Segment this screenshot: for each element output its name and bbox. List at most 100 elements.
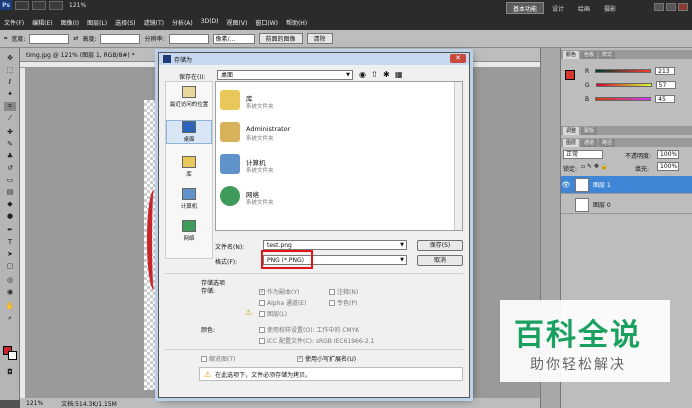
blue-value[interactable]: 45 — [655, 95, 676, 103]
move-tool-icon[interactable]: ✥ — [4, 54, 16, 63]
red-gradient[interactable] — [595, 69, 652, 73]
path-select-tool-icon[interactable]: ➤ — [4, 250, 16, 259]
tab-styles[interactable]: 样式 — [599, 50, 616, 59]
width-input[interactable] — [29, 33, 70, 44]
height-input[interactable] — [100, 33, 141, 44]
icc-profile-checkbox[interactable]: ICC 配置文件(C): sRGB IEC61966-2.1 — [259, 336, 374, 345]
lock-icons[interactable]: ▫ ✎ ✥ 🔒 — [581, 163, 608, 170]
menu-edit[interactable]: 编辑(E) — [32, 18, 52, 27]
new-folder-icon[interactable]: ✱ — [383, 70, 390, 79]
shape-tool-icon[interactable]: ▢ — [4, 262, 16, 271]
file-item-computer[interactable]: 计算机 系统文件夹 — [220, 154, 400, 182]
cancel-button[interactable]: 取消 — [417, 255, 463, 266]
blend-mode-select[interactable]: 正常 — [563, 150, 603, 159]
layers-checkbox[interactable]: 图层(L) — [259, 309, 287, 318]
view-menu-icon[interactable]: ▦ — [395, 70, 403, 79]
tab-masks[interactable]: 蒙版 — [581, 126, 598, 135]
bridge-button[interactable] — [15, 0, 29, 10]
crop-tool-icon[interactable]: ⌗ — [4, 35, 7, 43]
lowercase-extension-checkbox[interactable]: ✓ 使用小写扩展名(U) — [297, 354, 356, 363]
proof-setup-checkbox[interactable]: 使用校样设置(O): 工作中的 CMYK — [259, 325, 359, 334]
stamp-tool-icon[interactable]: ♣ — [4, 152, 16, 161]
workspace-design[interactable]: 设计 — [546, 2, 570, 14]
color-fg-swatch[interactable] — [565, 70, 575, 80]
3d-camera-tool-icon[interactable]: ◉ — [4, 288, 16, 297]
type-tool-icon[interactable]: T — [4, 238, 16, 247]
red-slider[interactable]: R 213 — [585, 66, 685, 76]
blue-slider[interactable]: B 45 — [585, 94, 685, 104]
tab-adjustments[interactable]: 调整 — [563, 126, 580, 135]
visibility-eye-icon[interactable]: 👁 — [561, 181, 571, 189]
workspace-essentials[interactable]: 基本功能 — [506, 2, 545, 14]
tab-color[interactable]: 颜色 — [563, 50, 580, 59]
place-computer[interactable]: 计算机 — [166, 188, 212, 210]
opacity-input[interactable]: 100% — [657, 150, 679, 159]
notes-checkbox[interactable]: 注释(N) — [329, 287, 358, 296]
menu-3d[interactable]: 3D(D) — [201, 18, 219, 27]
tab-layers[interactable]: 图层 — [563, 138, 580, 147]
pen-tool-icon[interactable]: ✒ — [4, 226, 16, 235]
menu-view[interactable]: 视图(V) — [227, 18, 248, 27]
menu-filter[interactable]: 滤镜(T) — [144, 18, 164, 27]
hand-tool-icon[interactable]: ✋ — [4, 302, 16, 311]
file-item-libraries[interactable]: 库 系统文件夹 — [220, 90, 400, 118]
gradient-tool-icon[interactable]: ▤ — [4, 188, 16, 197]
view-extras-button[interactable] — [49, 0, 63, 10]
quick-mask-icon[interactable]: ◘ — [4, 368, 16, 377]
healing-tool-icon[interactable]: ✚ — [4, 128, 16, 137]
history-brush-tool-icon[interactable]: ↺ — [4, 164, 16, 173]
alpha-checkbox[interactable]: Alpha 通道(E) — [259, 298, 306, 307]
marquee-tool-icon[interactable]: ⬚ — [4, 66, 16, 75]
file-item-administrator[interactable]: Administrator 系统文件夹 — [220, 122, 400, 150]
file-list[interactable]: 库 系统文件夹 Administrator 系统文件夹 计算机 系统文件夹 网络… — [215, 81, 463, 231]
workspace-painting[interactable]: 绘画 — [572, 2, 596, 14]
red-value[interactable]: 213 — [655, 67, 676, 75]
green-gradient[interactable] — [595, 83, 652, 87]
save-button[interactable]: 保存(S) — [417, 240, 463, 251]
as-copy-checkbox[interactable]: ✓ 作为副本(Y) — [259, 287, 299, 296]
thumbnail-checkbox[interactable]: 缩览图(T) — [201, 354, 235, 363]
3d-rotate-tool-icon[interactable]: ◎ — [4, 276, 16, 285]
up-folder-icon[interactable]: ⇧ — [371, 70, 378, 79]
tab-paths[interactable]: 路径 — [599, 138, 616, 147]
menu-layer[interactable]: 图层(L) — [87, 18, 107, 27]
blue-gradient[interactable] — [595, 97, 652, 101]
clear-button[interactable]: 清除 — [306, 33, 333, 44]
resolution-input[interactable] — [168, 33, 209, 44]
filename-input[interactable]: test.png ▼ — [263, 240, 407, 250]
zoom-level[interactable]: 121% — [69, 2, 86, 9]
green-slider[interactable]: G 57 — [585, 80, 685, 90]
menu-analysis[interactable]: 分析(A) — [172, 18, 193, 27]
dialog-close-icon[interactable]: ✕ — [450, 54, 466, 63]
status-zoom[interactable]: 121% — [26, 400, 43, 407]
menu-help[interactable]: 帮助(H) — [286, 18, 307, 27]
menu-image[interactable]: 图像(I) — [61, 18, 79, 27]
menu-select[interactable]: 选择(S) — [115, 18, 136, 27]
brush-tool-icon[interactable]: ✎ — [4, 140, 16, 149]
place-libraries[interactable]: 库 — [166, 156, 212, 178]
blur-tool-icon[interactable]: ◆ — [4, 200, 16, 209]
swap-icon[interactable]: ⇄ — [73, 35, 78, 42]
save-in-select[interactable]: 桌面 ▼ — [217, 70, 353, 80]
place-recent[interactable]: 最近访问的位置 — [166, 86, 212, 108]
eyedropper-tool-icon[interactable]: ⁄ — [4, 114, 16, 123]
file-list-scrollbar[interactable] — [454, 82, 462, 230]
minimize-icon[interactable] — [654, 3, 664, 11]
front-image-button[interactable]: 前面的图像 — [258, 33, 303, 44]
green-value[interactable]: 57 — [655, 81, 676, 89]
menu-file[interactable]: 文件(F) — [4, 18, 24, 27]
lasso-tool-icon[interactable]: ℓ — [4, 78, 16, 87]
back-icon[interactable]: ◉ — [359, 70, 366, 79]
menu-window[interactable]: 窗口(W) — [255, 18, 278, 27]
maximize-icon[interactable] — [666, 3, 676, 11]
tab-channels[interactable]: 通道 — [581, 138, 598, 147]
background-color-swatch[interactable] — [8, 351, 17, 360]
eraser-tool-icon[interactable]: ▭ — [4, 176, 16, 185]
fill-input[interactable]: 100% — [657, 162, 679, 171]
resolution-unit-select[interactable]: 像素/... — [212, 33, 255, 44]
minibridge-button[interactable] — [32, 0, 46, 10]
crop-tool-icon[interactable]: ⌗ — [4, 102, 16, 111]
tab-swatches[interactable]: 色板 — [581, 50, 598, 59]
spot-color-checkbox[interactable]: 专色(P) — [329, 298, 357, 307]
place-desktop[interactable]: 桌面 — [166, 120, 212, 144]
